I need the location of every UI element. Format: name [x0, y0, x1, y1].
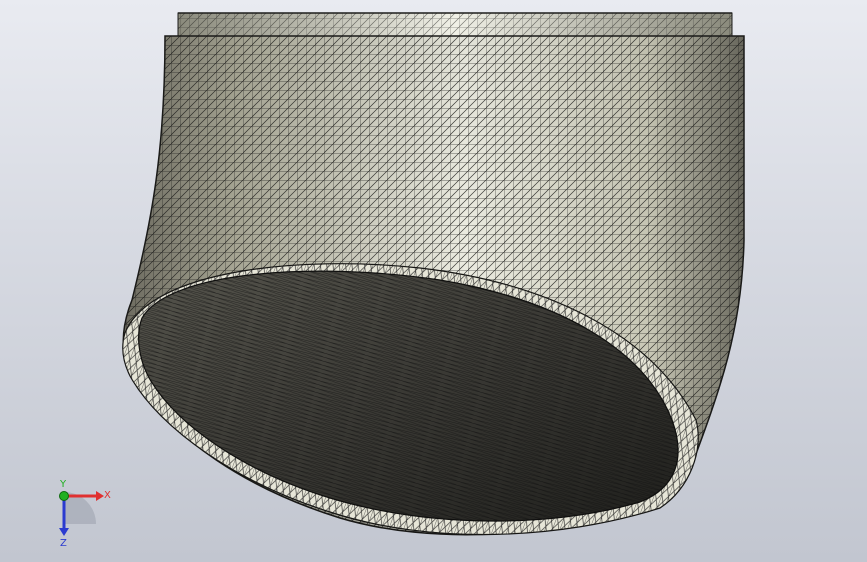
y-axis-label: Y [59, 479, 67, 490]
coordinate-triad[interactable]: X Z Y [40, 478, 120, 548]
mesh-model[interactable] [0, 0, 867, 562]
z-axis-arrowhead [59, 528, 69, 536]
top-collar [177, 12, 733, 38]
y-axis-dot [59, 491, 69, 501]
x-axis-label: X [104, 490, 111, 501]
z-axis-label: Z [60, 538, 67, 548]
graphics-viewport[interactable]: X Z Y [0, 0, 867, 562]
x-axis-arrowhead [96, 491, 104, 501]
